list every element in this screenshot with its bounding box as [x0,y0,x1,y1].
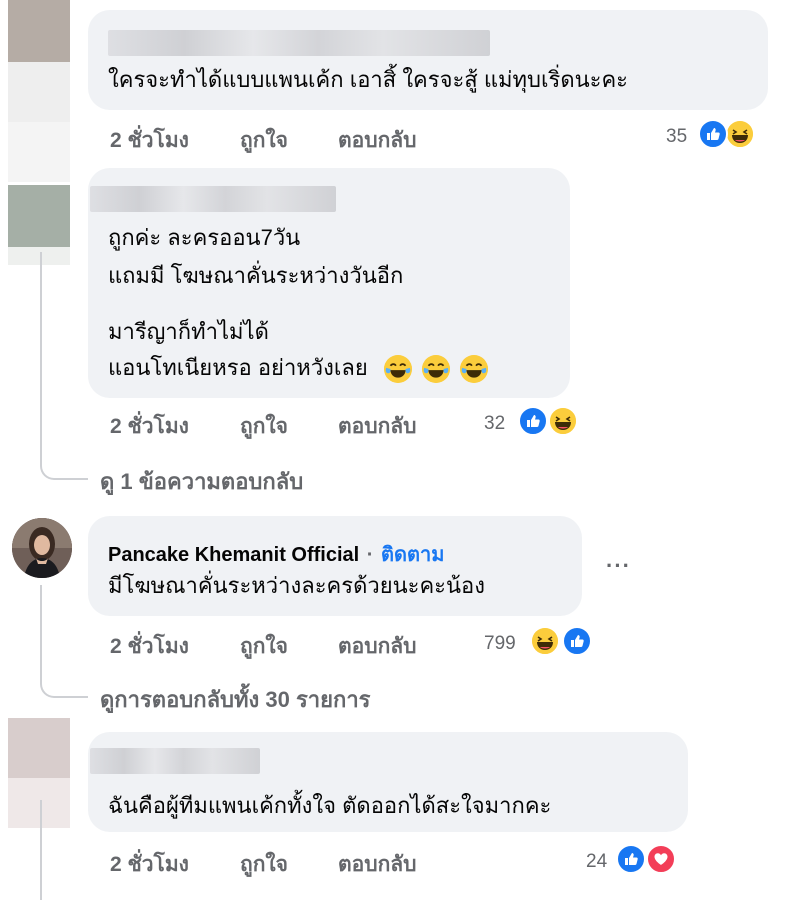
thread-connector [40,440,88,480]
comment-text: มีโฆษณาคั่นระหว่างละครด้วยนะคะน้อง [108,573,485,598]
like-button[interactable]: ถูกใจ [240,630,288,663]
reaction-count[interactable]: 24 [586,851,607,873]
comment-text-line: มารีญาก็ทำไม่ได้ [108,319,269,344]
reply-button[interactable]: ตอบกลับ [338,124,417,157]
comment-bubble [88,10,768,110]
comment-text-line-4: แอนโทเนียหรอ อย่าหวังเลย [108,355,368,380]
view-replies-link[interactable]: ดูการตอบกลับทั้ง 30 รายการ [100,682,371,717]
author-name[interactable]: Pancake Khemanit Official [108,544,359,566]
author-name-blurred[interactable] [90,748,260,774]
haha-icon[interactable] [725,119,755,149]
author-name-blurred[interactable] [108,30,490,56]
comment-header: Pancake Khemanit Official · ติดตาม [108,538,444,570]
reaction-count[interactable]: 35 [666,126,687,148]
comment-time[interactable]: 2 ชั่วโมง [110,848,189,881]
comment-text-line: แถมมี โฆษณาคั่นระหว่างวันอีก [108,263,404,288]
author-name-blurred[interactable] [90,186,336,212]
reply-button[interactable]: ตอบกลับ [338,630,417,663]
thread-line [40,585,42,665]
tears-of-joy-emoji-icon [383,355,412,384]
reaction-count[interactable]: 799 [484,633,516,655]
avatar[interactable] [12,518,72,578]
comment-text: ใครจะทำได้แบบแพนเค้ก เอาสิ้ ใครจะสู้ แม่… [108,67,628,92]
like-icon[interactable] [518,406,548,436]
like-icon[interactable] [616,844,646,874]
like-icon[interactable] [698,119,728,149]
reply-button[interactable]: ตอบกลับ [338,848,417,881]
avatar[interactable] [8,718,70,828]
comment-text: ฉันคือผู้ทีมแพนเค้กทั้งใจ ตัดออกได้สะใจม… [108,793,552,818]
like-button[interactable]: ถูกใจ [240,124,288,157]
haha-icon[interactable] [548,406,578,436]
comment-text-line: ถูกค่ะ ละครออน7วัน [108,225,301,250]
more-options-icon[interactable]: ··· [606,553,631,579]
like-icon[interactable] [562,626,592,656]
comment-time[interactable]: 2 ชั่วโมง [110,124,189,157]
comment-time[interactable]: 2 ชั่วโมง [110,630,189,663]
comment-text-line: แอนโทเนียหรอ อย่าหวังเลย [108,354,489,384]
thread-connector [40,660,88,698]
reaction-count[interactable]: 32 [484,413,505,435]
tears-of-joy-emoji-icon [422,355,451,384]
tears-of-joy-emoji-icon [460,355,489,384]
thread-line [40,252,42,452]
separator-dot: · [366,544,374,566]
haha-icon[interactable] [530,626,560,656]
love-icon[interactable] [646,844,676,874]
reply-button[interactable]: ตอบกลับ [338,410,417,443]
avatar[interactable] [8,185,70,265]
like-button[interactable]: ถูกใจ [240,848,288,881]
comment-time[interactable]: 2 ชั่วโมง [110,410,189,443]
view-replies-link[interactable]: ดู 1 ข้อความตอบกลับ [100,464,303,499]
follow-button[interactable]: ติดตาม [381,544,444,566]
thread-line [40,800,42,900]
like-button[interactable]: ถูกใจ [240,410,288,443]
